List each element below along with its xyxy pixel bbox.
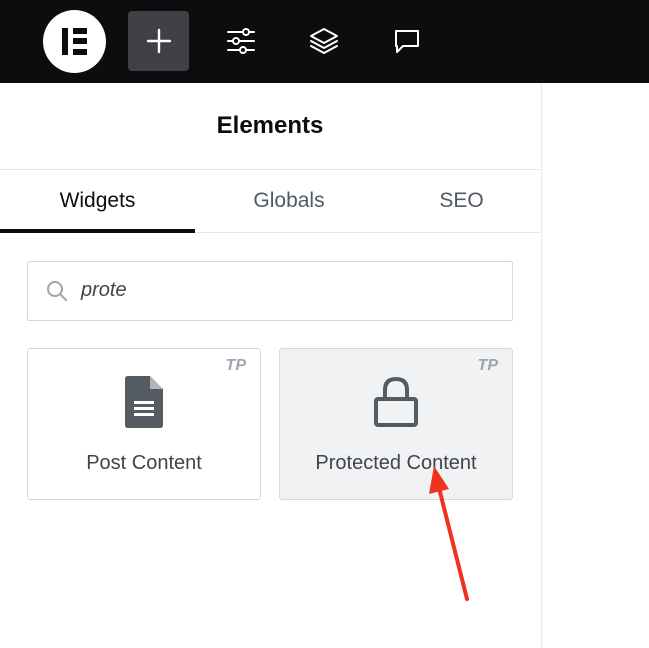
panel-title: Elements [216,112,324,139]
preview-area [541,83,649,648]
notes-button[interactable] [376,11,437,71]
sliders-icon [226,28,255,54]
tab-globals[interactable]: Globals [195,170,383,232]
search-input[interactable]: prote [27,261,513,321]
panel-tabs: Widgets Globals SEO [0,170,540,233]
elements-panel: Elements Widgets Globals SEO prote TP Po… [0,83,540,648]
tab-label: Widgets [59,189,136,212]
logo-bar [73,49,87,55]
tab-label: Globals [253,189,325,212]
widget-post-content[interactable]: TP Post Content [27,348,261,500]
tab-label: SEO [439,189,484,212]
tab-widgets[interactable]: Widgets [0,170,195,232]
editor-topbar [0,0,649,83]
search-input-value: prote [81,279,127,301]
layers-icon [309,28,338,54]
pro-badge: TP [225,357,246,374]
chat-bubble-icon [394,30,419,53]
active-tab-indicator [0,229,195,233]
lock-icon [374,376,418,427]
document-icon [125,376,163,428]
logo-bar [73,28,87,34]
site-settings-button[interactable] [210,11,271,71]
widget-label: Post Content [86,452,202,474]
pro-badge: TP [477,357,498,374]
structure-button[interactable] [293,11,354,71]
logo-bar [73,38,87,44]
search-icon [47,281,67,301]
plus-icon [146,28,171,54]
tab-seo[interactable]: SEO [383,170,540,232]
widget-label: Protected Content [315,452,477,474]
panel-header: Elements [0,83,540,170]
logo-bar [62,28,68,55]
widget-protected-content[interactable]: TP Protected Content [279,348,513,500]
elementor-logo-icon[interactable] [43,10,106,73]
add-element-button[interactable] [128,11,189,71]
